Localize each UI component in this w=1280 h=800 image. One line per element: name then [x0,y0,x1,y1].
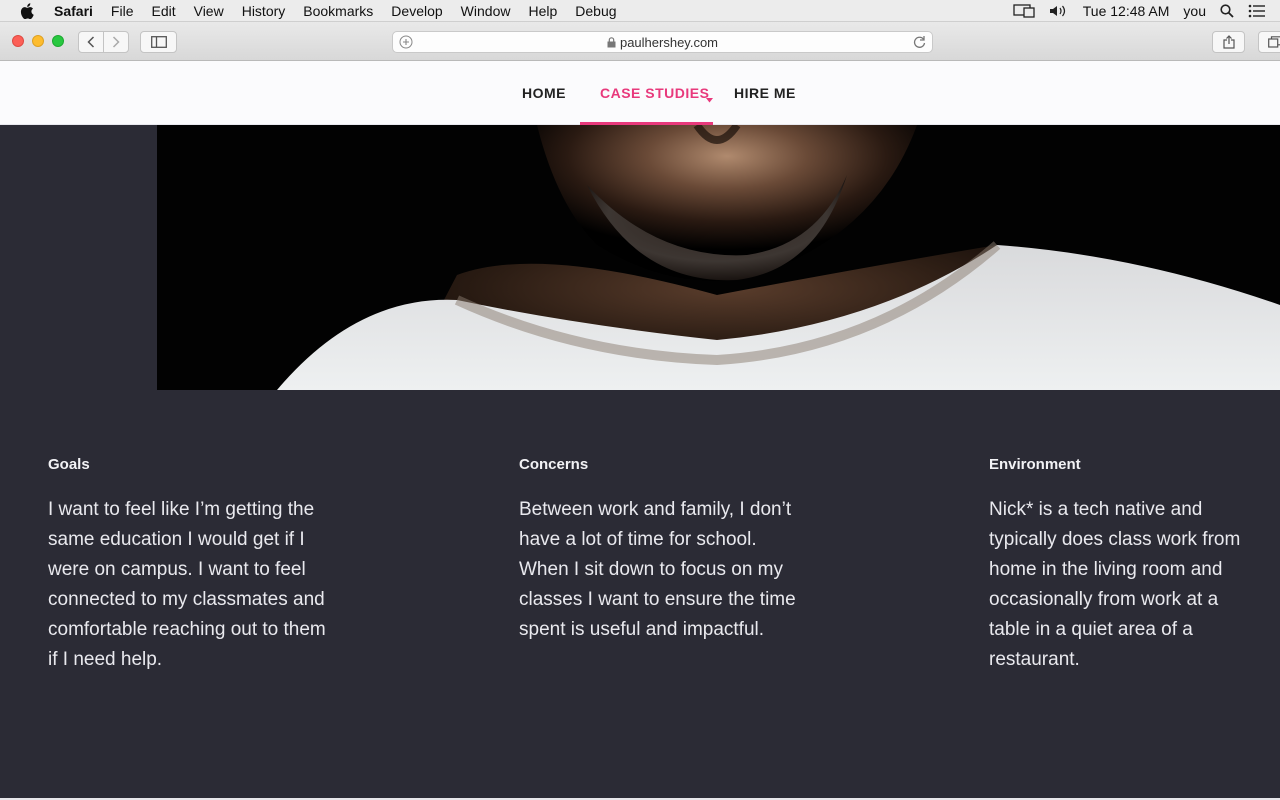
chevron-left-icon [87,36,95,48]
address-bar[interactable]: paulhershey.com [392,31,933,53]
spotlight-search-icon[interactable] [1220,4,1234,18]
concerns-heading: Concerns [519,456,589,473]
zoom-window-button[interactable] [52,35,64,47]
menu-view[interactable]: View [194,3,224,19]
forward-button[interactable] [103,31,129,53]
menu-window[interactable]: Window [461,3,511,19]
environment-text: Nick* is a tech native and typically doe… [989,499,1241,670]
nav-case-studies-link[interactable]: CASE STUDIES [600,61,709,125]
menu-app-name[interactable]: Safari [54,3,93,19]
persona-goals-section: Goals I want to feel like I’m getting th… [48,455,328,675]
nav-home-link[interactable]: HOME [522,61,566,125]
new-tab-plus-icon[interactable] [399,35,413,52]
apple-icon[interactable] [20,2,36,19]
persona-concerns-section: Concerns Between work and family, I don’… [519,455,799,645]
minimize-window-button[interactable] [32,35,44,47]
nav-hire-me-link[interactable]: HIRE ME [734,61,796,125]
chevron-right-icon [112,36,120,48]
persona-environment-section: Environment Nick* is a tech native and t… [989,455,1259,675]
case-studies-dropdown-caret-icon[interactable] [706,90,713,108]
browser-toolbar: paulhershey.com [0,22,1280,61]
menubar-user[interactable]: you [1183,3,1206,19]
share-button[interactable] [1212,31,1245,53]
menu-bar: Safari File Edit View History Bookmarks … [0,0,1280,22]
reload-icon[interactable] [913,35,926,52]
tab-overview-button[interactable] [1258,31,1280,53]
back-button[interactable] [78,31,104,53]
sidebar-toggle-button[interactable] [140,31,177,53]
persona-photo [157,125,1280,390]
lock-icon [607,36,616,48]
goals-text: I want to feel like I’m getting the same… [48,499,326,670]
notification-center-icon[interactable] [1248,4,1266,18]
tabs-icon [1267,36,1280,48]
menu-help[interactable]: Help [528,3,557,19]
airplay-icon[interactable] [1013,4,1035,18]
menu-bookmarks[interactable]: Bookmarks [303,3,373,19]
menubar-clock[interactable]: Tue 12:48 AM [1083,3,1170,19]
concerns-text: Between work and family, I don’t have a … [519,499,796,640]
site-navigation: HOME CASE STUDIES HIRE ME [0,61,1280,125]
sidebar-icon [150,36,167,48]
volume-icon[interactable] [1049,4,1069,18]
menu-develop[interactable]: Develop [391,3,442,19]
environment-heading: Environment [989,456,1081,473]
menu-edit[interactable]: Edit [151,3,175,19]
goals-heading: Goals [48,456,90,473]
close-window-button[interactable] [12,35,24,47]
menu-file[interactable]: File [111,3,134,19]
menu-history[interactable]: History [242,3,286,19]
share-icon [1222,35,1235,49]
menu-debug[interactable]: Debug [575,3,616,19]
url-text[interactable]: paulhershey.com [620,35,718,50]
